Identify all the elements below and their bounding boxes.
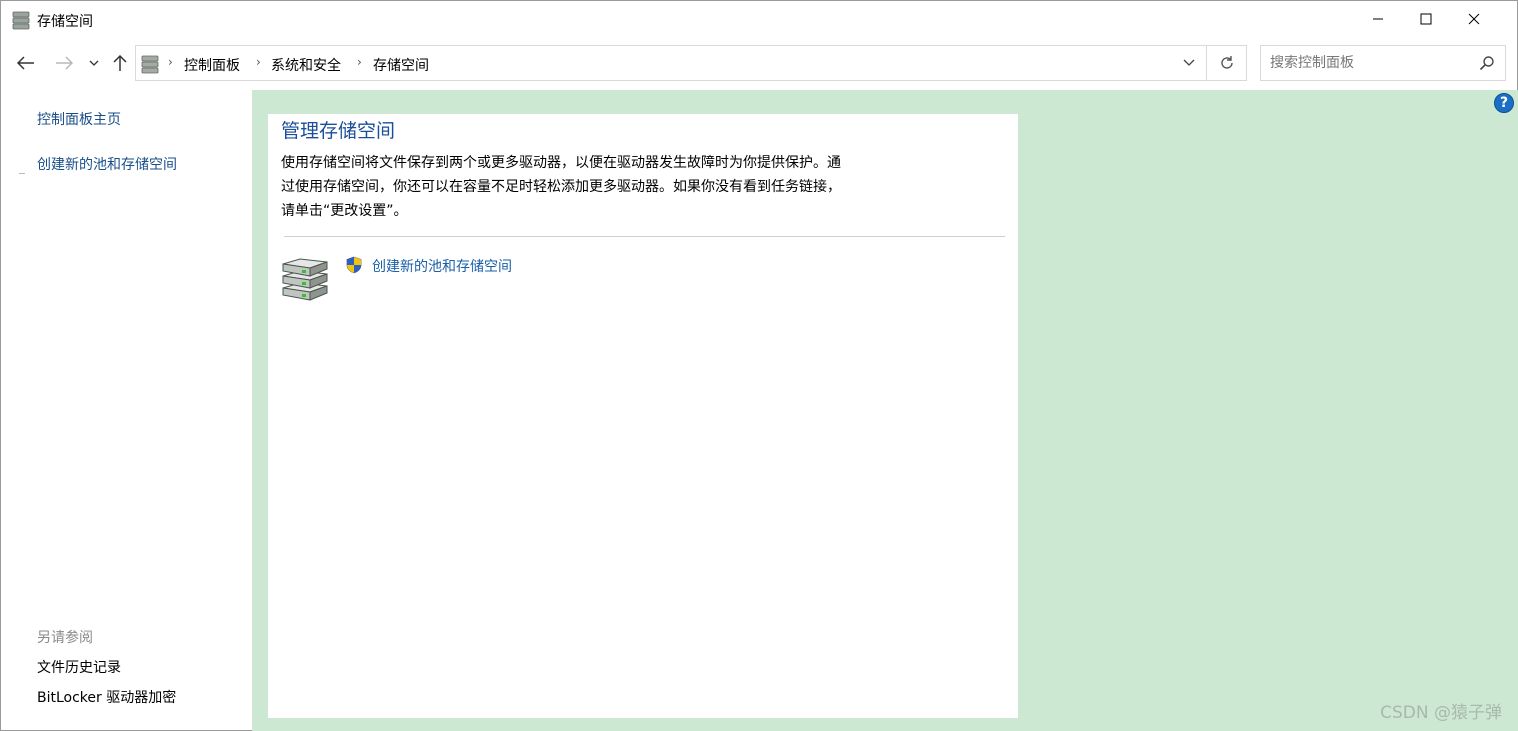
minimize-button[interactable] [1355,1,1401,37]
breadcrumb-system-security[interactable]: 系统和安全 [271,55,341,75]
up-button[interactable] [108,51,132,75]
maximize-icon [1420,13,1432,25]
current-task-marker [19,171,25,174]
content-area: ? 管理存储空间 使用存储空间将文件保存到两个或更多驱动器，以便在驱动器发生故障… [252,90,1518,731]
window-title: 存储空间 [37,14,93,30]
address-bar[interactable]: › 控制面板 › 系统和安全 › 存储空间 [135,45,1247,81]
chevron-down-icon [1183,59,1195,66]
page-title: 管理存储空间 [281,120,396,142]
search-box[interactable] [1260,45,1506,81]
create-pool-link[interactable]: 创建新的池和存储空间 [372,256,512,276]
sidebar: 控制面板主页 创建新的池和存储空间 另请参阅 文件历史记录 BitLocker … [1,90,251,730]
sidebar-item-bitlocker[interactable]: BitLocker 驱动器加密 [37,687,176,707]
navigation-bar: › 控制面板 › 系统和安全 › 存储空间 [1,43,1517,83]
storage-pool-icon [282,258,328,301]
see-also-heading: 另请参阅 [37,630,93,646]
sidebar-item-create-pool[interactable]: 创建新的池和存储空间 [37,154,177,174]
forward-button[interactable] [51,51,77,75]
forward-arrow-icon [56,56,73,70]
description-line: 使用存储空间将文件保存到两个或更多驱动器，以便在驱动器发生故障时为你提供保护。通 [281,155,841,171]
breadcrumb-control-panel[interactable]: 控制面板 [184,55,240,75]
sidebar-item-control-panel-home[interactable]: 控制面板主页 [37,109,121,129]
storage-spaces-icon [141,55,159,74]
close-icon [1468,13,1480,25]
breadcrumb-separator-icon[interactable]: › [357,55,362,69]
back-arrow-icon [17,56,34,70]
search-input[interactable] [1261,46,1471,80]
title-bar: 存储空间 [1,1,1517,39]
divider [284,236,1005,237]
page-description: 使用存储空间将文件保存到两个或更多驱动器，以便在驱动器发生故障时为你提供保护。通… [281,151,901,223]
breadcrumb-separator-icon[interactable]: › [256,55,261,69]
refresh-button[interactable] [1206,46,1246,80]
address-history-button[interactable] [1173,46,1205,80]
maximize-button[interactable] [1403,1,1449,37]
up-arrow-icon [113,54,127,71]
minimize-icon [1373,18,1383,20]
recent-locations-button[interactable] [86,51,102,75]
breadcrumb-storage-spaces[interactable]: 存储空间 [373,55,429,75]
content-card: 管理存储空间 使用存储空间将文件保存到两个或更多驱动器，以便在驱动器发生故障时为… [268,114,1018,718]
watermark: CSDN @猿子弹 [1380,703,1502,723]
description-line: 请单击“更改设置”。 [281,203,408,219]
window: 存储空间 › 控制面板 › 系统和安全 › 存储空间 搜索控制面板 控制面板主页… [0,0,1518,731]
refresh-icon [1220,56,1233,69]
description-line: 过使用存储空间，你还可以在容量不足时轻松添加更多驱动器。如果你没有看到任务链接， [281,179,841,195]
help-icon[interactable]: ? [1494,93,1514,113]
back-button[interactable] [13,51,39,75]
storage-spaces-icon [12,11,30,30]
close-button[interactable] [1451,1,1497,37]
sidebar-item-file-history[interactable]: 文件历史记录 [37,657,121,677]
uac-shield-icon [346,256,362,274]
breadcrumb-separator-icon[interactable]: › [168,55,173,69]
chevron-down-icon [89,60,99,66]
search-icon[interactable] [1479,55,1495,71]
